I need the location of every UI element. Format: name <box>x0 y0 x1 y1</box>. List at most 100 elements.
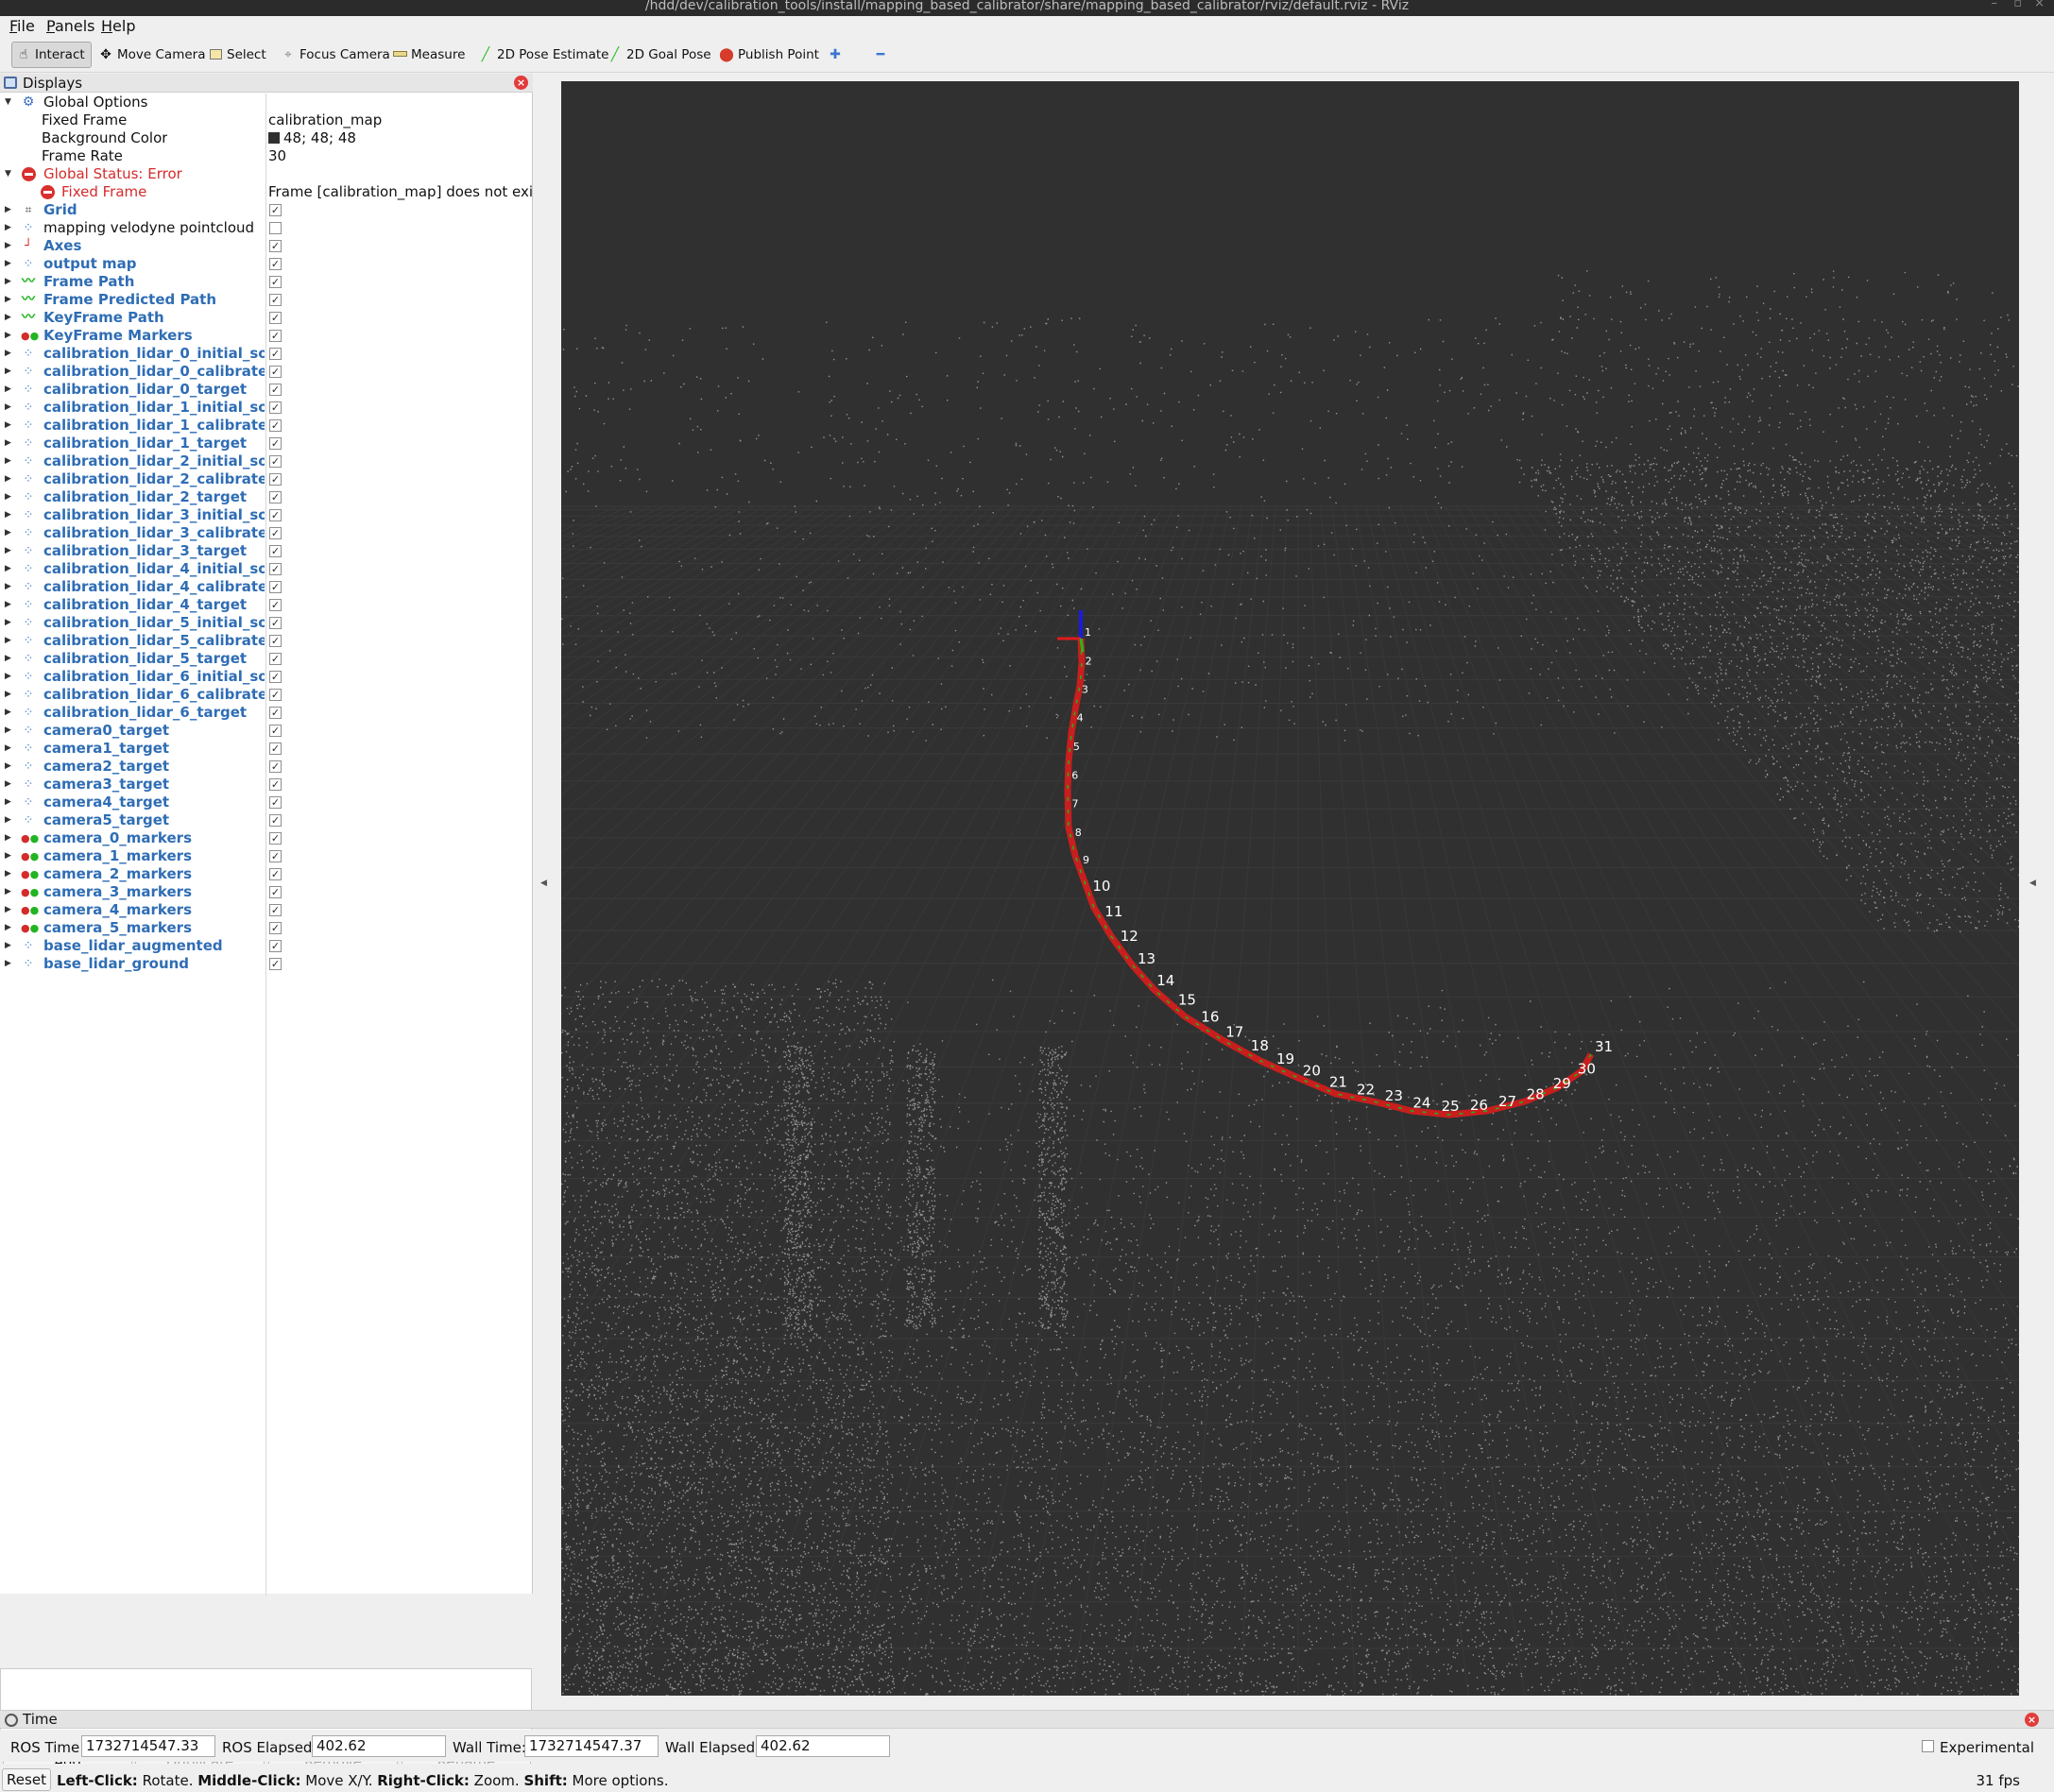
display-row[interactable]: ▶ ⁘ calibration_lidar_0_initial_sou... ✓ <box>0 345 532 363</box>
close-time-panel-icon[interactable]: × <box>2025 1713 2039 1727</box>
fixed-frame-value[interactable]: calibration_map <box>268 111 382 129</box>
display-enabled-checkbox[interactable]: ✓ <box>269 437 282 450</box>
display-enabled-checkbox[interactable]: ✓ <box>269 509 282 521</box>
display-enabled-checkbox[interactable]: ✓ <box>269 635 282 647</box>
display-enabled-checkbox[interactable]: ✓ <box>269 850 282 862</box>
tree-row-global-status[interactable]: ▼ Global Status: Error <box>0 165 532 183</box>
display-row[interactable]: ▶ ⁘ camera5_target ✓ <box>0 811 532 829</box>
move-camera-button[interactable]: ✥ Move Camera <box>94 42 211 68</box>
expand-arrow-icon[interactable]: ▶ <box>5 488 11 506</box>
display-row[interactable]: ▶ ⁘ base_lidar_augmented ✓ <box>0 937 532 955</box>
tree-row-frame-rate[interactable]: Frame Rate 30 <box>0 147 532 165</box>
expand-arrow-icon[interactable]: ▶ <box>5 740 11 758</box>
expand-arrow-icon[interactable]: ▶ <box>5 632 11 650</box>
expand-arrow-icon[interactable]: ▶ <box>5 201 11 219</box>
viewport-canvas[interactable]: 123456789101112131415161718192021 22 23 24 2… <box>561 81 2019 1696</box>
expand-arrow-icon[interactable]: ▶ <box>5 345 11 363</box>
display-row[interactable]: ▶ ●● camera_0_markers ✓ <box>0 829 532 847</box>
expand-arrow-icon[interactable]: ▶ <box>5 452 11 470</box>
display-row[interactable]: ▶ ⁘ calibration_lidar_6_calibrated... ✓ <box>0 686 532 704</box>
display-row[interactable]: ▶ ⁘ camera2_target ✓ <box>0 758 532 776</box>
display-row[interactable]: ▶ ⁘ camera1_target ✓ <box>0 740 532 758</box>
publish-point-button[interactable]: ⬤ Publish Point <box>715 42 825 68</box>
expand-arrow-icon[interactable]: ▶ <box>5 937 11 955</box>
close-window-icon[interactable]: × <box>2034 0 2045 9</box>
goal-pose-button[interactable]: ╱ 2D Goal Pose <box>604 42 717 68</box>
display-enabled-checkbox[interactable]: ✓ <box>269 689 282 701</box>
ros-elapsed-field[interactable]: 402.62 <box>312 1735 446 1757</box>
focus-camera-button[interactable]: ⌖ Focus Camera <box>277 42 396 68</box>
tree-row-background-color[interactable]: Background Color 48; 48; 48 <box>0 129 532 147</box>
tree-row-status-fixed-frame[interactable]: Fixed Frame Frame [calibration_map] does… <box>0 183 532 201</box>
display-enabled-checkbox[interactable]: ✓ <box>269 294 282 306</box>
display-enabled-checkbox[interactable]: ✓ <box>269 922 282 934</box>
display-enabled-checkbox[interactable]: ✓ <box>269 473 282 486</box>
display-row[interactable]: ▶ ●● camera_2_markers ✓ <box>0 865 532 883</box>
display-enabled-checkbox[interactable]: ✓ <box>269 886 282 898</box>
display-row[interactable]: ▶ ⁘ calibration_lidar_2_calibrated... ✓ <box>0 470 532 488</box>
display-row[interactable]: ▶ ⁘ camera3_target ✓ <box>0 776 532 794</box>
display-row[interactable]: ▶ 〰 Frame Path ✓ <box>0 273 532 291</box>
expand-arrow-icon[interactable]: ▶ <box>5 901 11 919</box>
display-enabled-checkbox[interactable]: ✓ <box>269 904 282 916</box>
display-row[interactable]: ▶ ⁘ calibration_lidar_4_initial_sou... ✓ <box>0 560 532 578</box>
collapse-left-panel-icon[interactable]: ◀ <box>540 879 547 888</box>
display-row[interactable]: ▶ ⁘ calibration_lidar_1_calibrated... ✓ <box>0 417 532 435</box>
expand-arrow-icon[interactable]: ▶ <box>5 955 11 973</box>
display-enabled-checkbox[interactable]: ✓ <box>269 366 282 378</box>
display-enabled-checkbox[interactable]: ✓ <box>269 653 282 665</box>
display-enabled-checkbox[interactable]: ✓ <box>269 276 282 288</box>
display-enabled-checkbox[interactable]: ✓ <box>269 527 282 539</box>
display-row[interactable]: ▶ ●● camera_4_markers ✓ <box>0 901 532 919</box>
remove-tool-button[interactable]: ━ <box>869 42 894 68</box>
display-row[interactable]: ▶ ⁘ mapping velodyne pointcloud <box>0 219 532 237</box>
display-row[interactable]: ▶ ⁘ calibration_lidar_5_initial_sou... ✓ <box>0 614 532 632</box>
display-row[interactable]: ▶ ⁘ output map ✓ <box>0 255 532 273</box>
expand-arrow-icon[interactable]: ▶ <box>5 614 11 632</box>
expand-arrow-icon[interactable]: ▶ <box>5 560 11 578</box>
expand-arrow-icon[interactable]: ▶ <box>5 273 11 291</box>
tree-row-fixed-frame[interactable]: Fixed Frame calibration_map <box>0 111 532 129</box>
display-row[interactable]: ▶ ⁘ calibration_lidar_2_initial_sou... ✓ <box>0 452 532 470</box>
display-row[interactable]: ▶ ●● camera_5_markers ✓ <box>0 919 532 937</box>
display-row[interactable]: ▶ ⁘ camera0_target ✓ <box>0 722 532 740</box>
display-row[interactable]: ▶ ●● KeyFrame Markers ✓ <box>0 327 532 345</box>
display-row[interactable]: ▶ ⁘ calibration_lidar_3_initial_sou... ✓ <box>0 506 532 524</box>
display-row[interactable]: ▶ ⁘ calibration_lidar_6_target ✓ <box>0 704 532 722</box>
display-row[interactable]: ▶ ⁘ calibration_lidar_6_initial_sou... ✓ <box>0 668 532 686</box>
display-enabled-checkbox[interactable]: ✓ <box>269 419 282 432</box>
expand-arrow-icon[interactable]: ▶ <box>5 865 11 883</box>
display-enabled-checkbox[interactable]: ✓ <box>269 958 282 970</box>
maximize-icon[interactable]: ▫ <box>2013 0 2022 9</box>
display-enabled-checkbox[interactable]: ✓ <box>269 348 282 360</box>
display-enabled-checkbox[interactable]: ✓ <box>269 760 282 773</box>
expand-arrow-icon[interactable]: ▶ <box>5 470 11 488</box>
expand-arrow-icon[interactable]: ▶ <box>5 883 11 901</box>
expand-arrow-icon[interactable]: ▶ <box>5 524 11 542</box>
display-row[interactable]: ▶ 〰 Frame Predicted Path ✓ <box>0 291 532 309</box>
display-enabled-checkbox[interactable]: ✓ <box>269 707 282 719</box>
collapse-right-panel-icon[interactable]: ◀ <box>2029 879 2036 888</box>
collapse-arrow-icon[interactable]: ▼ <box>5 165 11 183</box>
expand-arrow-icon[interactable]: ▶ <box>5 758 11 776</box>
expand-arrow-icon[interactable]: ▶ <box>5 291 11 309</box>
expand-arrow-icon[interactable]: ▶ <box>5 919 11 937</box>
expand-arrow-icon[interactable]: ▶ <box>5 596 11 614</box>
display-row[interactable]: ▶ ⁘ calibration_lidar_0_target ✓ <box>0 381 532 399</box>
expand-arrow-icon[interactable]: ▶ <box>5 542 11 560</box>
display-enabled-checkbox[interactable]: ✓ <box>269 545 282 557</box>
menu-panels[interactable]: Panels <box>46 17 95 35</box>
display-row[interactable]: ▶ ⁘ calibration_lidar_1_initial_sou... ✓ <box>0 399 532 417</box>
display-row[interactable]: ▶ ⁘ calibration_lidar_4_calibrated... ✓ <box>0 578 532 596</box>
display-enabled-checkbox[interactable]: ✓ <box>269 330 282 342</box>
display-enabled-checkbox[interactable]: ✓ <box>269 832 282 845</box>
expand-arrow-icon[interactable]: ▶ <box>5 327 11 345</box>
display-enabled-checkbox[interactable]: ✓ <box>269 491 282 503</box>
display-enabled-checkbox[interactable] <box>269 222 282 234</box>
display-enabled-checkbox[interactable]: ✓ <box>269 581 282 593</box>
display-row[interactable]: ▶ ⁘ camera4_target ✓ <box>0 794 532 811</box>
close-panel-icon[interactable]: × <box>514 76 528 90</box>
display-enabled-checkbox[interactable]: ✓ <box>269 940 282 952</box>
expand-arrow-icon[interactable]: ▶ <box>5 794 11 811</box>
expand-arrow-icon[interactable]: ▶ <box>5 219 11 237</box>
